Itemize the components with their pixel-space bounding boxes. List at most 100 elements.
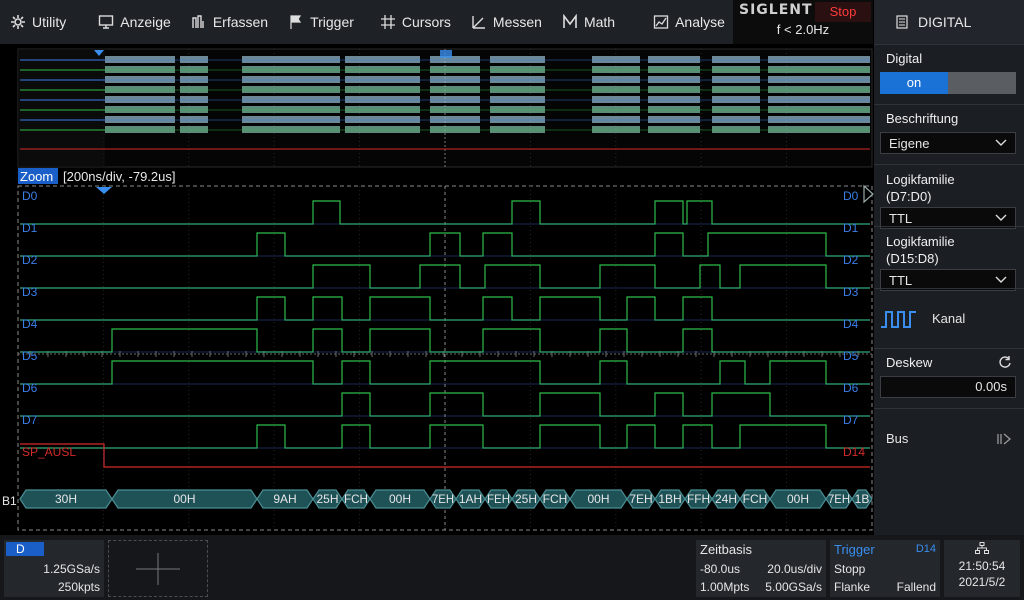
timebase-memory: 1.00Mpts — [700, 580, 750, 594]
overview-burst — [180, 76, 208, 83]
overview-burst — [648, 116, 700, 123]
overview-burst — [592, 56, 640, 63]
overview-burst — [345, 96, 420, 103]
zoom-info: [200ns/div, -79.2us] — [63, 169, 176, 184]
overview-burst — [490, 66, 545, 73]
overview-burst — [430, 56, 480, 63]
label-dropdown[interactable]: Eigene — [880, 132, 1016, 154]
bus-value: 00H — [173, 492, 195, 506]
bus-value: FEH — [487, 492, 510, 506]
overview-burst — [648, 76, 700, 83]
bus-arrow-icon — [997, 433, 1012, 444]
digital-tag: D — [6, 542, 44, 556]
overview-zoom-window — [440, 50, 452, 58]
overview-burst — [242, 116, 340, 123]
digital-toggle-on[interactable]: on — [880, 72, 948, 94]
overview-burst — [430, 86, 480, 93]
bus-value: FCH — [344, 492, 368, 506]
overview-burst — [345, 76, 420, 83]
channel-label-right: D3 — [843, 285, 859, 299]
channel-label-left: D3 — [22, 285, 38, 299]
bus-value: 7EH — [629, 492, 652, 506]
overview-burst — [712, 126, 760, 133]
overview-burst — [430, 66, 480, 73]
channel-label-right: D5 — [843, 349, 859, 363]
bus-value: 1AH — [459, 492, 482, 506]
menu-erfassen-label: Erfassen — [212, 14, 269, 30]
overview-burst — [105, 56, 175, 63]
bus-name-label: B1 — [2, 494, 17, 508]
run-stop-button[interactable]: Stop — [815, 2, 871, 22]
plus-icon — [136, 553, 180, 585]
flag-icon — [290, 15, 302, 29]
overview-burst — [430, 126, 480, 133]
overview-burst — [648, 96, 700, 103]
logic-family-low-section: Logikfamilie (D7:D0) TTL — [874, 164, 1024, 229]
menu-messen[interactable]: Messen — [461, 0, 552, 44]
menu-trigger[interactable]: Trigger — [278, 0, 364, 44]
trigger-state: Stopp — [834, 562, 866, 576]
sample-rate: 1.25GSa/s — [43, 562, 100, 576]
analyse-icon — [653, 15, 669, 29]
overview-burst — [180, 86, 208, 93]
timebase-box[interactable]: Zeitbasis -80.0us 20.0us/div 1.00Mpts 5.… — [696, 540, 826, 597]
overview-burst — [712, 76, 760, 83]
bus-section[interactable]: Bus — [874, 408, 1024, 468]
overview-burst — [345, 86, 420, 93]
siglent-logo: SIGLENT — [739, 2, 813, 18]
menu-messen-label: Messen — [492, 14, 542, 30]
overview-burst — [345, 106, 420, 113]
overview-burst — [242, 76, 340, 83]
overview-burst — [648, 106, 700, 113]
digital-toggle[interactable]: on — [880, 72, 1016, 94]
channel-label-right: D2 — [843, 253, 859, 267]
network-icon — [975, 542, 989, 554]
menu-cursors[interactable]: Cursors — [370, 0, 461, 44]
trigger-edge: Fallend — [896, 580, 936, 594]
logic2-label: Logikfamilie — [886, 234, 955, 249]
channel-section[interactable]: Kanal — [874, 288, 1024, 348]
overview-burst — [712, 56, 760, 63]
document-icon — [896, 15, 908, 29]
overview-burst — [712, 96, 760, 103]
waveform-display[interactable]: D0 D0 D1 D1 D2 D2 D3 D3 D4 D4 D5 D5 D6 D6 D7 D7 SP_AUSL D… — [0, 44, 874, 535]
timebase-rate: 5.00GSa/s — [765, 580, 822, 594]
timebase-scale: 20.0us/div — [767, 562, 822, 576]
overview-burst — [592, 116, 640, 123]
menu-math[interactable]: Math — [552, 0, 625, 44]
menu-trigger-label: Trigger — [310, 14, 354, 30]
bus-label: Bus — [886, 431, 909, 446]
deskew-input[interactable]: 0.00s — [880, 376, 1016, 398]
menu-utility-label: Utility — [32, 14, 67, 30]
overview-burst — [180, 56, 208, 63]
label-label: Beschriftung — [886, 111, 959, 126]
overview-burst — [430, 96, 480, 103]
digital-status-box[interactable]: D 1.25GSa/s 250kpts — [4, 540, 104, 597]
clock-box[interactable]: 21:50:54 2021/5/2 — [944, 540, 1020, 597]
menu-analyse[interactable]: Analyse — [643, 0, 735, 44]
menu-erfassen[interactable]: Erfassen — [181, 0, 278, 44]
overview-burst — [592, 126, 640, 133]
panel-title: DIGITAL — [918, 14, 972, 30]
overview-burst — [768, 126, 870, 133]
overview-burst — [490, 106, 545, 113]
logic1-label-wrap: Logikfamilie (D7:D0) — [886, 171, 1018, 205]
channel-label-left: D6 — [22, 381, 38, 395]
bus-value: 25H — [515, 492, 537, 506]
crosshair-icon — [380, 15, 395, 29]
overview-burst — [105, 96, 175, 103]
menu-utility[interactable]: Utility — [0, 0, 76, 44]
add-channel-slot[interactable] — [108, 540, 208, 597]
overview-burst — [712, 106, 760, 113]
overview-burst — [712, 116, 760, 123]
menu-anzeige[interactable]: Anzeige — [88, 0, 181, 44]
overview-burst — [105, 106, 175, 113]
trigger-box[interactable]: Trigger D14 Stopp Flanke Fallend — [830, 540, 940, 597]
reset-icon[interactable] — [998, 355, 1012, 369]
digital-label: Digital — [886, 51, 923, 66]
trigger-title: Trigger — [834, 542, 875, 557]
bus-value: 9AH — [273, 492, 296, 506]
digital-toggle-off[interactable] — [948, 72, 1016, 94]
menu-math-label: Math — [583, 14, 616, 30]
overview-burst — [105, 116, 175, 123]
